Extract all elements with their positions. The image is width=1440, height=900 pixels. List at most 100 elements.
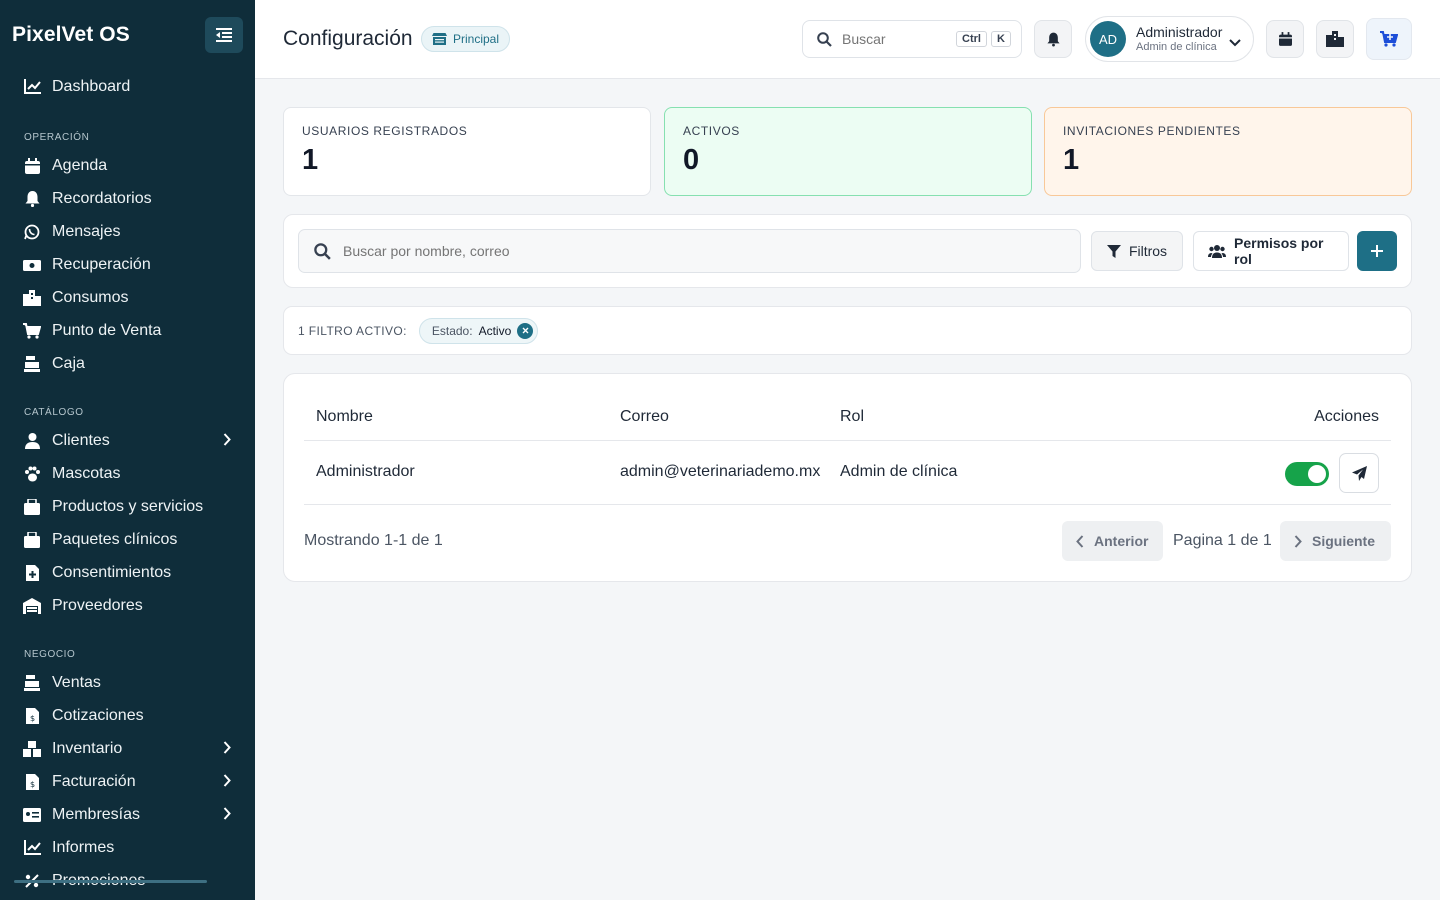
filter-icon [1106,244,1121,258]
sidebar-item-label: Informes [52,838,115,856]
sidebar-item-paquetes[interactable]: Paquetes clínicos [0,523,255,556]
sidebar-item-clientes[interactable]: Clientes [0,424,255,457]
column-header-role: Rol [840,408,865,425]
sidebar-item-informes[interactable]: Informes [0,831,255,864]
remove-filter-button[interactable] [517,322,534,339]
building-icon [1326,31,1344,47]
stat-label: USUARIOS REGISTRADOS [302,124,468,138]
sidebar-item-label: Agenda [52,156,108,174]
cart-button[interactable] [1366,18,1412,60]
user-icon [23,432,41,450]
brand-name: PixelVet OS [12,23,130,46]
sidebar-item-label: Mensajes [52,222,121,240]
table-row: Administrador admin@veterinariademo.mx A… [304,441,1391,505]
sidebar-item-label: Membresías [52,805,141,823]
users-search[interactable] [298,229,1081,273]
filter-chip-value: Activo [478,323,512,338]
sidebar-item-agenda[interactable]: Agenda [0,149,255,182]
active-filters-label: 1 FILTRO ACTIVO: [298,323,407,338]
page-title: Configuración [283,27,413,50]
cash-register-icon [23,355,41,373]
user-name: Administrador [1136,23,1223,40]
users-toolbar: Filtros Permisos por rol [283,214,1412,288]
sidebar-item-consumos[interactable]: Consumos [0,281,255,314]
role-permissions-button[interactable]: Permisos por rol [1193,231,1349,271]
sidebar-item-label: Caja [52,354,85,372]
paw-icon [23,465,41,483]
sidebar-item-mensajes[interactable]: Mensajes [0,215,255,248]
svg-text:$: $ [29,780,34,789]
sidebar-item-recordatorios[interactable]: Recordatorios [0,182,255,215]
sidebar-item-proveedores[interactable]: Proveedores [0,589,255,622]
sidebar-item-label: Mascotas [52,464,121,482]
sidebar-item-label: Inventario [52,739,123,757]
page-indicator: Pagina 1 de 1 [1173,532,1272,549]
sidebar-item-label: Cotizaciones [52,706,144,724]
sidebar-item-dashboard[interactable]: Dashboard [0,70,255,103]
prev-page-button[interactable]: Anterior [1062,521,1163,561]
branch-badge[interactable]: Principal [421,26,511,52]
stat-pending-invitations: INVITACIONES PENDIENTES 1 [1044,107,1412,196]
building-icon [23,289,41,307]
chevron-right-icon [223,774,231,792]
stat-value: 1 [1063,144,1080,176]
sidebar-item-label: Punto de Venta [52,321,162,339]
cash-register-icon [23,674,41,692]
user-active-toggle[interactable] [1285,462,1329,486]
sidebar-item-caja[interactable]: Caja [0,347,255,380]
prev-page-label: Anterior [1094,533,1149,549]
pagination-summary: Mostrando 1-1 de 1 [304,532,443,549]
stat-registered-users: USUARIOS REGISTRADOS 1 [283,107,651,196]
calendar-button[interactable] [1266,20,1304,58]
sidebar-item-label: Paquetes clínicos [52,530,178,548]
collapse-sidebar-button[interactable] [205,17,243,53]
sidebar-item-mascotas[interactable]: Mascotas [0,457,255,490]
sidebar-item-inventario[interactable]: Inventario [0,732,255,765]
sidebar-item-label: Consumos [52,288,129,306]
chevron-right-icon [223,741,231,759]
send-invitation-button[interactable] [1339,453,1379,493]
global-search[interactable]: Ctrl K [802,20,1022,58]
sidebar-item-label: Clientes [52,431,110,449]
chevron-right-icon [223,807,231,825]
file-medical-icon [23,564,41,582]
sidebar-item-label: Recuperación [52,255,151,273]
add-user-button[interactable] [1357,231,1397,271]
user-role: Admin de clínica [1136,40,1217,53]
chart-line-icon [23,839,41,857]
paper-plane-icon [1351,465,1367,481]
shortcut-key-k: K [990,31,1011,47]
sidebar-item-facturacion[interactable]: $ Facturación [0,765,255,798]
next-page-button[interactable]: Siguiente [1280,521,1391,561]
role-permissions-label: Permisos por rol [1234,235,1324,267]
sidebar-item-label: Ventas [52,673,101,691]
sidebar-item-consentimientos[interactable]: Consentimientos [0,556,255,589]
boxes-icon [23,740,41,758]
filter-chip-status: Estado: Activo [418,317,539,344]
sidebar-item-recuperacion[interactable]: Recuperación [0,248,255,281]
top-header: Configuración Principal Ctrl K AD Admini… [255,0,1440,79]
user-menu[interactable]: AD Administrador Admin de clínica [1085,16,1254,62]
invoice-icon: $ [23,773,41,791]
cart-icon [23,322,41,340]
sidebar-item-ventas[interactable]: Ventas [0,666,255,699]
notifications-button[interactable] [1034,20,1072,58]
filters-button[interactable]: Filtros [1091,231,1183,271]
sidebar-collapse-icon [216,28,232,42]
user-name-cell: Administrador [316,463,415,480]
users-search-input[interactable] [343,243,1043,259]
column-header-email: Correo [620,408,669,425]
clinics-button[interactable] [1316,20,1354,58]
sidebar-item-cotizaciones[interactable]: $ Cotizaciones [0,699,255,732]
sidebar-item-membresias[interactable]: Membresías [0,798,255,831]
money-icon [23,256,41,274]
sidebar-item-punto-de-venta[interactable]: Punto de Venta [0,314,255,347]
sidebar-item-productos[interactable]: Productos y servicios [0,490,255,523]
section-label-negocio: NEGOCIO [24,649,76,660]
warehouse-icon [23,597,41,615]
stat-value: 0 [683,144,700,176]
search-icon [817,31,832,47]
global-search-input[interactable] [842,31,952,47]
chevron-left-icon [1076,534,1084,548]
invoice-icon: $ [23,707,41,725]
